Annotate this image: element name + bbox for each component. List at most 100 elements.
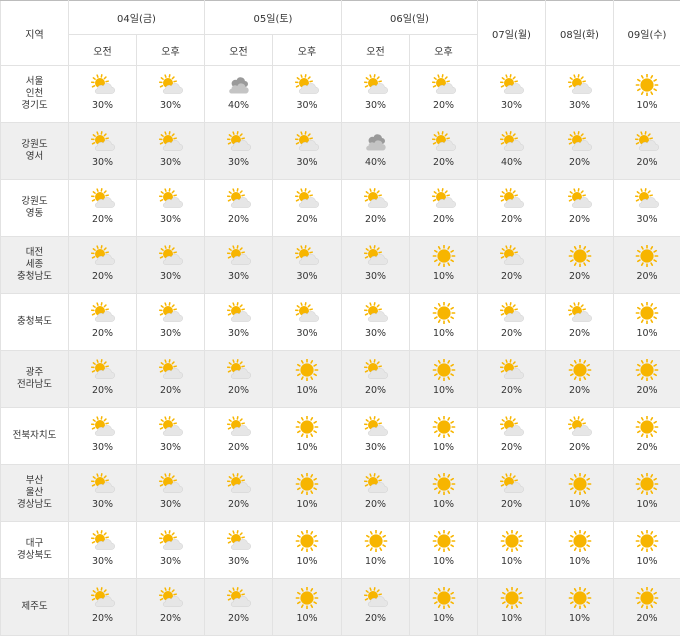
precipitation-chance: 10%	[296, 499, 318, 510]
partly-cloudy-icon	[363, 473, 388, 495]
forecast-cell: 10%	[545, 578, 614, 636]
precipitation-chance: 30%	[159, 328, 182, 339]
forecast-cell: 20%	[204, 179, 273, 237]
partly-cloudy-icon	[226, 473, 251, 495]
table-row: 제주도 20% 20% 20% 10% 20% 10% 10% 10% 20%	[0, 578, 680, 636]
forecast-cell: 20%	[409, 122, 478, 180]
table-row: 강원도 영동 20% 30% 20% 20% 20% 20% 20% 20% 30%	[0, 179, 680, 237]
forecast-cell: 10%	[272, 578, 342, 636]
partly-cloudy-icon	[363, 74, 388, 96]
precipitation-chance: 30%	[159, 271, 182, 282]
forecast-cell: 30%	[204, 122, 273, 180]
sunny-icon	[635, 416, 659, 438]
forecast-cell: 30%	[204, 236, 273, 294]
precipitation-chance: 10%	[296, 385, 318, 396]
forecast-cell: 30%	[204, 521, 273, 579]
precipitation-chance: 40%	[227, 100, 250, 111]
sunny-icon	[432, 587, 456, 609]
precipitation-chance: 10%	[432, 328, 455, 339]
precipitation-chance: 30%	[364, 271, 387, 282]
partly-cloudy-icon	[499, 131, 524, 153]
precipitation-chance: 20%	[159, 613, 182, 624]
forecast-cell: 40%	[477, 122, 546, 180]
partly-cloudy-icon	[635, 131, 659, 153]
precipitation-chance: 30%	[364, 328, 387, 339]
sunny-icon	[568, 530, 592, 552]
partly-cloudy-icon	[90, 359, 115, 381]
cloudy-icon	[227, 74, 251, 96]
forecast-cell: 10%	[409, 350, 478, 408]
forecast-cell: 20%	[545, 293, 614, 351]
precipitation-chance: 30%	[159, 556, 182, 567]
sunny-icon	[295, 587, 319, 609]
partly-cloudy-icon	[158, 530, 183, 552]
precipitation-chance: 20%	[500, 499, 523, 510]
precipitation-chance: 30%	[500, 100, 523, 111]
day-header: 04일(금)	[68, 0, 205, 35]
region-name: 부산 울산 경상남도	[0, 464, 69, 522]
am-header: 오전	[341, 34, 410, 66]
precipitation-chance: 20%	[568, 328, 591, 339]
partly-cloudy-icon	[226, 359, 251, 381]
sunny-icon	[432, 530, 456, 552]
partly-cloudy-icon	[158, 245, 183, 267]
forecast-cell: 30%	[136, 122, 205, 180]
sunny-icon	[295, 530, 319, 552]
precipitation-chance: 10%	[500, 556, 523, 567]
forecast-cell: 20%	[613, 578, 680, 636]
forecast-cell: 20%	[409, 65, 478, 123]
precipitation-chance: 30%	[227, 556, 250, 567]
sunny-icon	[635, 587, 659, 609]
partly-cloudy-icon	[499, 416, 524, 438]
forecast-cell: 30%	[272, 122, 342, 180]
sunny-icon	[568, 587, 592, 609]
partly-cloudy-icon	[363, 359, 388, 381]
precipitation-chance: 30%	[159, 499, 182, 510]
sunny-icon	[295, 416, 319, 438]
partly-cloudy-icon	[226, 416, 251, 438]
table-row: 대구 경상북도 30% 30% 30% 10% 10% 10% 10% 10% 10%	[0, 521, 680, 579]
region-name: 서울 인천 경기도	[0, 65, 69, 123]
precipitation-chance: 20%	[568, 385, 591, 396]
partly-cloudy-icon	[158, 473, 183, 495]
forecast-cell: 20%	[68, 179, 137, 237]
precipitation-chance: 30%	[296, 157, 318, 168]
forecast-cell: 30%	[341, 236, 410, 294]
day-header: 05일(토)	[204, 0, 342, 35]
region-name-line: 광주	[25, 367, 44, 378]
precipitation-chance: 30%	[227, 271, 250, 282]
precipitation-chance: 30%	[227, 328, 250, 339]
precipitation-chance: 20%	[227, 613, 250, 624]
precipitation-chance: 20%	[91, 214, 114, 225]
partly-cloudy-icon	[226, 530, 251, 552]
forecast-cell: 10%	[477, 578, 546, 636]
forecast-cell: 20%	[613, 236, 680, 294]
partly-cloudy-icon	[567, 416, 592, 438]
region-name-line: 전북자치도	[12, 430, 57, 441]
forecast-cell: 20%	[136, 350, 205, 408]
precipitation-chance: 30%	[227, 157, 250, 168]
forecast-cell: 30%	[68, 65, 137, 123]
precipitation-chance: 30%	[364, 100, 387, 111]
forecast-cell: 20%	[477, 350, 546, 408]
partly-cloudy-icon	[499, 359, 524, 381]
region-name-line: 충청남도	[17, 271, 52, 282]
partly-cloudy-icon	[90, 473, 115, 495]
partly-cloudy-icon	[363, 188, 388, 210]
partly-cloudy-icon	[226, 188, 251, 210]
sunny-icon	[432, 245, 456, 267]
region-name-line: 영동	[25, 208, 44, 219]
forecast-cell: 10%	[545, 521, 614, 579]
partly-cloudy-icon	[295, 302, 319, 324]
forecast-cell: 20%	[272, 179, 342, 237]
forecast-cell: 10%	[613, 65, 680, 123]
forecast-cell: 30%	[136, 293, 205, 351]
forecast-cell: 30%	[136, 521, 205, 579]
forecast-cell: 30%	[136, 464, 205, 522]
pm-header: 오후	[409, 34, 478, 66]
forecast-cell: 20%	[477, 464, 546, 522]
sunny-icon	[432, 473, 456, 495]
forecast-cell: 40%	[341, 122, 410, 180]
precipitation-chance: 10%	[636, 556, 658, 567]
partly-cloudy-icon	[226, 587, 251, 609]
